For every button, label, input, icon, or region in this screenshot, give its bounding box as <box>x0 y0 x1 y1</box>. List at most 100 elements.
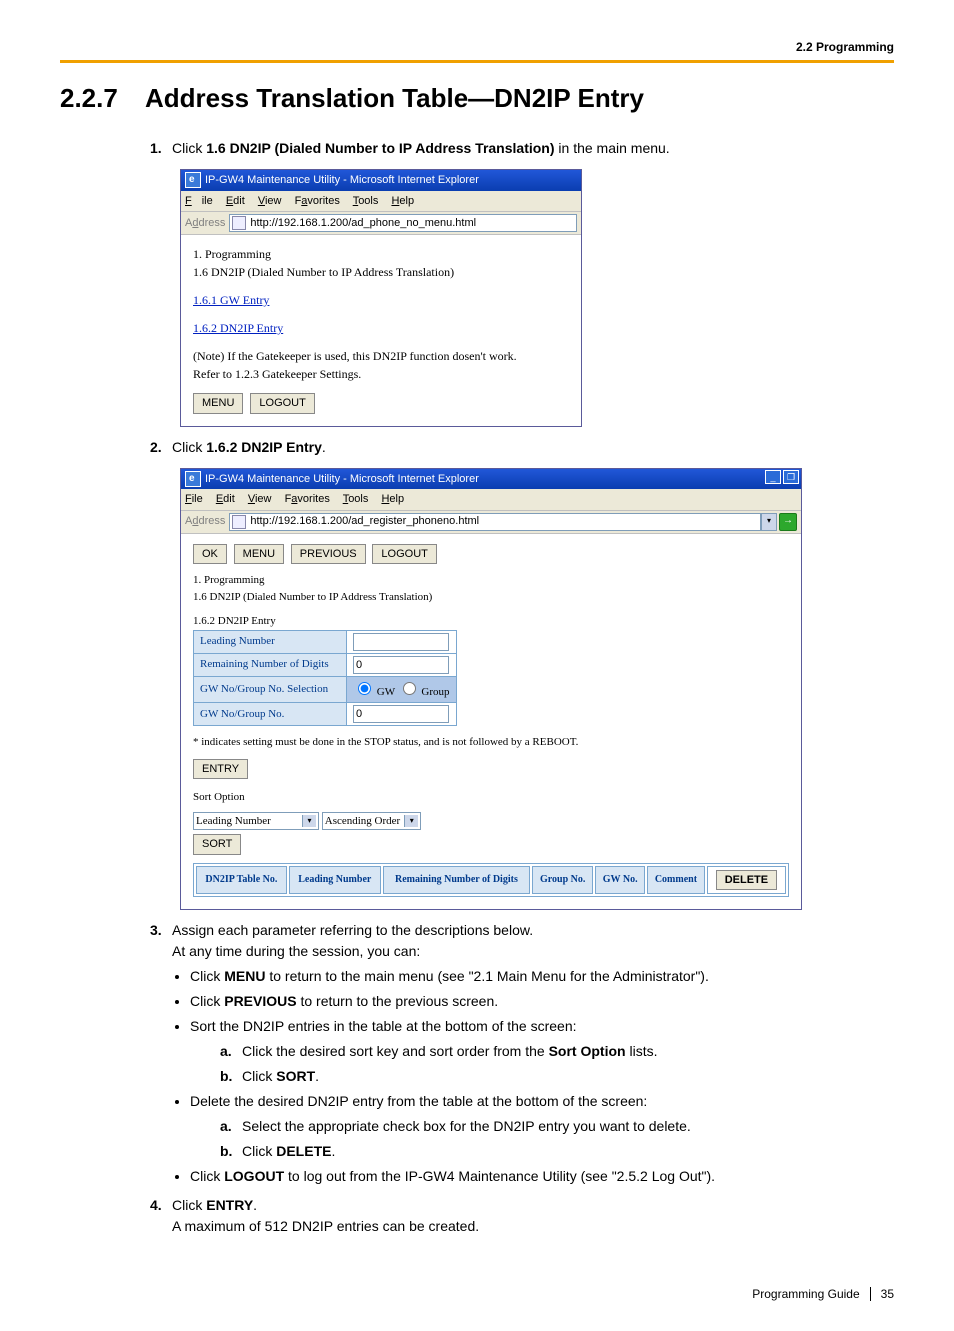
radio-group[interactable] <box>403 682 416 695</box>
footer-guide: Programming Guide <box>752 1287 859 1301</box>
step-4-note: A maximum of 512 DN2IP entries can be cr… <box>150 1216 894 1237</box>
menu-favorites[interactable]: Favorites <box>295 195 340 207</box>
menu-button[interactable]: MENU <box>234 544 284 565</box>
section-title: Address Translation Table—DN2IP Entry <box>145 83 644 113</box>
section-number: 2.2.7 <box>60 83 145 114</box>
ie-menubar: File Edit View Favorites Tools Help <box>181 191 581 213</box>
page-icon <box>232 216 246 230</box>
sort-order-select[interactable]: Ascending Order ▾ <box>322 812 421 831</box>
menu-help[interactable]: Help <box>391 195 414 207</box>
minimize-icon[interactable]: _ <box>765 470 781 484</box>
menu-button[interactable]: MENU <box>193 393 243 414</box>
address-bar-2: Address http://192.168.1.200/ad_register… <box>181 511 801 534</box>
sort-option-heading: Sort Option <box>193 789 789 806</box>
bullet-menu: Click MENU to return to the main menu (s… <box>190 966 894 987</box>
sort-button[interactable]: SORT <box>193 834 241 855</box>
entry-button[interactable]: ENTRY <box>193 759 248 780</box>
page-content-2: OK MENU PREVIOUS LOGOUT 1. Programming 1… <box>181 534 801 910</box>
address-input-2[interactable]: http://192.168.1.200/ad_register_phoneno… <box>229 513 761 531</box>
leading-number-input[interactable] <box>353 633 449 651</box>
window-titlebar-2: IP-GW4 Maintenance Utility - Microsoft I… <box>181 469 801 490</box>
delete-button[interactable]: DELETE <box>716 870 777 891</box>
logout-button[interactable]: LOGOUT <box>372 544 436 565</box>
label-leading-number: Leading Number <box>194 630 347 653</box>
address-label: Address <box>185 513 225 530</box>
label-gw-group-no: GW No/Group No. <box>194 703 347 726</box>
bullet-logout: Click LOGOUT to log out from the IP-GW4 … <box>190 1166 894 1187</box>
go-button-icon[interactable]: → <box>779 513 797 531</box>
ie-menubar-2: File Edit View Favorites Tools Help <box>181 489 801 511</box>
text-dn2ip-heading: 1.6 DN2IP (Dialed Number to IP Address T… <box>193 589 789 606</box>
menu-file[interactable]: File <box>185 195 213 207</box>
screenshot-1: IP-GW4 Maintenance Utility - Microsoft I… <box>180 169 582 427</box>
chevron-down-icon: ▾ <box>302 815 316 827</box>
col-leading-number: Leading Number <box>289 866 381 895</box>
menu-help[interactable]: Help <box>381 493 404 505</box>
col-group-no: Group No. <box>532 866 593 895</box>
menu-edit[interactable]: Edit <box>226 195 245 207</box>
step-2: 2.Click 1.6.2 DN2IP Entry. IP-GW4 Mainte… <box>150 437 894 911</box>
logout-button[interactable]: LOGOUT <box>250 393 314 414</box>
text-programming: 1. Programming <box>193 245 569 263</box>
step-1: 1.Click 1.6 DN2IP (Dialed Number to IP A… <box>150 138 894 427</box>
maximize-icon[interactable]: ❐ <box>783 470 799 484</box>
label-gw-group-selection: GW No/Group No. Selection <box>194 676 347 703</box>
address-dropdown-icon[interactable]: ▾ <box>761 513 777 531</box>
entry-form: Leading Number Remaining Number of Digit… <box>193 630 457 727</box>
col-table-no: DN2IP Table No. <box>196 866 287 895</box>
menu-tools[interactable]: Tools <box>353 195 379 207</box>
url-text-2: http://192.168.1.200/ad_register_phoneno… <box>250 513 479 530</box>
window-title-2: IP-GW4 Maintenance Utility - Microsoft I… <box>205 471 479 488</box>
step-4: 4.Click ENTRY. A maximum of 512 DN2IP en… <box>150 1195 894 1237</box>
sort-order-value: Ascending Order <box>325 813 400 830</box>
menu-tools[interactable]: Tools <box>343 493 369 505</box>
ok-button[interactable]: OK <box>193 544 227 565</box>
sort-key-select[interactable]: Leading Number ▾ <box>193 812 319 831</box>
window-title: IP-GW4 Maintenance Utility - Microsoft I… <box>205 172 479 189</box>
menu-view[interactable]: View <box>258 195 282 207</box>
radio-gw[interactable] <box>358 682 371 695</box>
note-line-2: Refer to 1.2.3 Gatekeeper Settings. <box>193 365 569 383</box>
menu-file[interactable]: File <box>185 493 203 505</box>
text-programming: 1. Programming <box>193 572 789 589</box>
label-remaining-digits: Remaining Number of Digits <box>194 653 347 676</box>
delete-step-a: a.Select the appropriate check box for t… <box>220 1116 894 1137</box>
address-label: Address <box>185 215 225 232</box>
dn2ip-table: DN2IP Table No. Leading Number Remaining… <box>193 863 789 898</box>
link-gw-entry[interactable]: 1.6.1 GW Entry <box>193 293 269 307</box>
footer-page: 35 <box>881 1287 894 1301</box>
bullet-sort: Sort the DN2IP entries in the table at t… <box>190 1016 894 1087</box>
step-3-intro: At any time during the session, you can: <box>150 941 894 962</box>
col-remaining-digits: Remaining Number of Digits <box>383 866 530 895</box>
col-comment: Comment <box>647 866 705 895</box>
page-title: 2.2.7Address Translation Table—DN2IP Ent… <box>60 83 894 114</box>
previous-button[interactable]: PREVIOUS <box>291 544 366 565</box>
note-line-1: (Note) If the Gatekeeper is used, this D… <box>193 347 569 365</box>
menu-favorites[interactable]: Favorites <box>285 493 330 505</box>
stop-status-note: * indicates setting must be done in the … <box>193 734 789 751</box>
sort-step-a: a.Click the desired sort key and sort or… <box>220 1041 894 1062</box>
menu-edit[interactable]: Edit <box>216 493 235 505</box>
footer-divider <box>870 1287 871 1301</box>
ie-icon <box>185 471 201 487</box>
menu-view[interactable]: View <box>248 493 272 505</box>
address-input[interactable]: http://192.168.1.200/ad_phone_no_menu.ht… <box>229 214 577 232</box>
link-dn2ip-entry[interactable]: 1.6.2 DN2IP Entry <box>193 321 283 335</box>
step-3: 3.Assign each parameter referring to the… <box>150 920 894 1187</box>
address-bar: Address http://192.168.1.200/ad_phone_no… <box>181 212 581 235</box>
breadcrumb: 2.2 Programming <box>796 40 894 54</box>
delete-step-b: b.Click DELETE. <box>220 1141 894 1162</box>
chevron-down-icon: ▾ <box>404 815 418 827</box>
col-gw-no: GW No. <box>595 866 645 895</box>
gw-group-no-input[interactable] <box>353 705 449 723</box>
url-text: http://192.168.1.200/ad_phone_no_menu.ht… <box>250 215 476 232</box>
page-footer: Programming Guide 35 <box>60 1287 894 1301</box>
bullet-delete: Delete the desired DN2IP entry from the … <box>190 1091 894 1162</box>
ie-icon <box>185 172 201 188</box>
remaining-digits-input[interactable] <box>353 656 449 674</box>
screenshot-2: IP-GW4 Maintenance Utility - Microsoft I… <box>180 468 802 911</box>
sort-key-value: Leading Number <box>196 813 298 830</box>
window-titlebar: IP-GW4 Maintenance Utility - Microsoft I… <box>181 170 581 191</box>
bullet-previous: Click PREVIOUS to return to the previous… <box>190 991 894 1012</box>
page-content: 1. Programming 1.6 DN2IP (Dialed Number … <box>181 235 581 426</box>
